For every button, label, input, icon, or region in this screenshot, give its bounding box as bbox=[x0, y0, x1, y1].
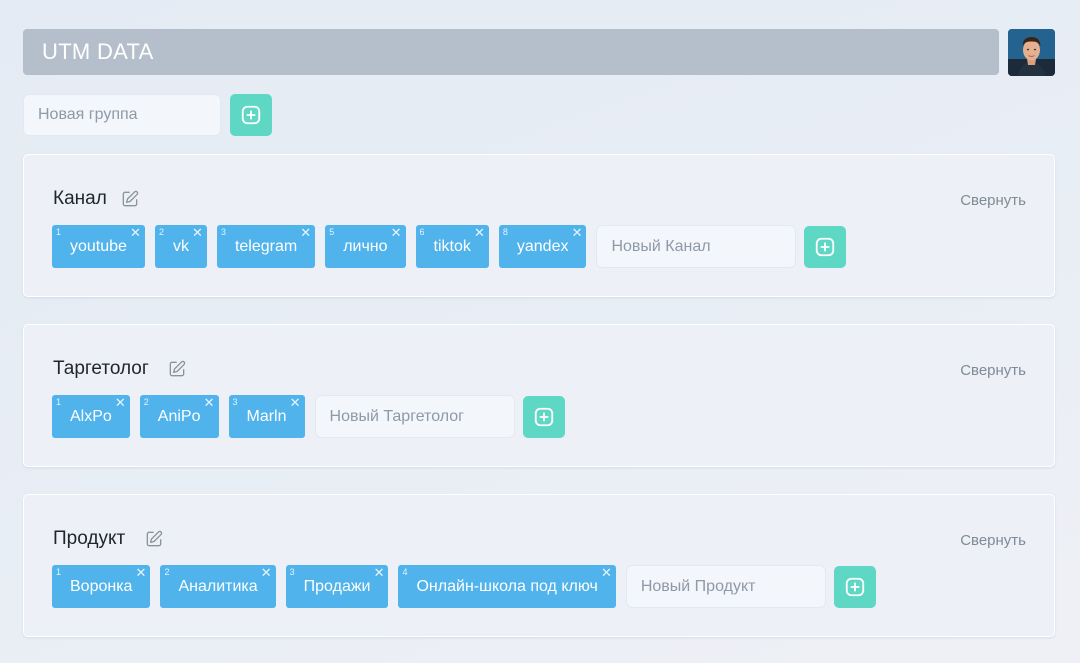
tag-label: vk bbox=[172, 237, 189, 255]
tags-row: 1 Воронка ✕ 2 Аналитика ✕ 3 Продажи ✕ 4 … bbox=[52, 565, 876, 608]
tag-chip[interactable]: 2 AniPo ✕ bbox=[139, 395, 219, 438]
add-targetologist-button[interactable] bbox=[522, 395, 565, 438]
tag-label: telegram bbox=[234, 237, 298, 255]
add-group-button[interactable] bbox=[230, 94, 272, 136]
new-targetologist-input[interactable] bbox=[314, 395, 515, 438]
close-icon[interactable]: ✕ bbox=[474, 226, 485, 240]
tag-chip[interactable]: 4 Онлайн-школа под ключ ✕ bbox=[398, 565, 616, 608]
tag-chip[interactable]: 3 Продажи ✕ bbox=[285, 565, 389, 608]
tag-number: 3 bbox=[220, 227, 226, 237]
avatar[interactable] bbox=[1008, 29, 1055, 76]
group-title: Продукт bbox=[53, 528, 126, 549]
close-icon[interactable]: ✕ bbox=[115, 396, 126, 410]
tag-chip[interactable]: 5 лично ✕ bbox=[325, 225, 406, 268]
close-icon[interactable]: ✕ bbox=[261, 566, 272, 580]
tag-label: yandex bbox=[516, 237, 569, 255]
plus-square-icon bbox=[845, 577, 865, 596]
tag-chip[interactable]: 1 AlxPo ✕ bbox=[52, 395, 130, 438]
tag-number: 4 bbox=[402, 567, 408, 577]
collapse-link[interactable]: Свернуть bbox=[960, 532, 1026, 549]
new-group-input[interactable] bbox=[23, 94, 221, 136]
tag-chip[interactable]: 1 youtube ✕ bbox=[52, 225, 145, 268]
group-card-targetologist: Таргетолог Свернуть 1 AlxPo ✕ 2 AniPo ✕ … bbox=[23, 324, 1055, 467]
close-icon[interactable]: ✕ bbox=[374, 566, 385, 580]
collapse-link[interactable]: Свернуть bbox=[960, 192, 1026, 209]
tag-chip[interactable]: 3 Marln ✕ bbox=[228, 395, 305, 438]
tag-number: 1 bbox=[56, 567, 62, 577]
close-icon[interactable]: ✕ bbox=[136, 566, 147, 580]
tag-chip[interactable]: 2 vk ✕ bbox=[154, 225, 207, 268]
page-title: UTM DATA bbox=[42, 39, 154, 64]
close-icon[interactable]: ✕ bbox=[300, 226, 311, 240]
group-card-product: Продукт Свернуть 1 Воронка ✕ 2 Аналитика… bbox=[23, 494, 1055, 637]
tag-number: 2 bbox=[143, 397, 149, 407]
tags-row: 1 AlxPo ✕ 2 AniPo ✕ 3 Marln ✕ bbox=[52, 395, 565, 438]
close-icon[interactable]: ✕ bbox=[601, 566, 612, 580]
tag-number: 1 bbox=[56, 397, 62, 407]
pencil-square-icon[interactable] bbox=[144, 529, 164, 549]
new-channel-input[interactable] bbox=[596, 225, 797, 268]
plus-square-icon bbox=[816, 237, 835, 256]
tag-number: 6 bbox=[419, 227, 425, 237]
close-icon[interactable]: ✕ bbox=[290, 396, 301, 410]
tag-chip[interactable]: 8 yandex ✕ bbox=[498, 225, 587, 268]
tag-label: лично bbox=[343, 237, 388, 255]
tag-label: youtube bbox=[70, 237, 127, 255]
tag-number: 3 bbox=[289, 567, 295, 577]
tag-chip[interactable]: 6 tiktok ✕ bbox=[415, 225, 489, 268]
tag-number: 1 bbox=[56, 227, 62, 237]
tag-number: 5 bbox=[329, 227, 335, 237]
header-bar: UTM DATA bbox=[23, 29, 999, 75]
tag-label: Аналитика bbox=[178, 577, 258, 595]
close-icon[interactable]: ✕ bbox=[572, 226, 583, 240]
tag-label: tiktok bbox=[433, 237, 471, 255]
plus-square-icon bbox=[241, 105, 261, 125]
user-avatar-image bbox=[1008, 29, 1055, 76]
pencil-square-icon[interactable] bbox=[120, 189, 140, 209]
tag-number: 2 bbox=[164, 567, 170, 577]
tags-row: 1 youtube ✕ 2 vk ✕ 3 telegram ✕ 5 лично … bbox=[52, 225, 847, 268]
tag-number: 3 bbox=[232, 397, 238, 407]
close-icon[interactable]: ✕ bbox=[204, 396, 215, 410]
tag-label: Продажи bbox=[303, 577, 371, 595]
tag-label: Онлайн-школа под ключ bbox=[416, 577, 598, 595]
tag-label: AniPo bbox=[157, 407, 201, 425]
tag-label: Воронка bbox=[70, 577, 133, 595]
close-icon[interactable]: ✕ bbox=[192, 226, 203, 240]
tag-number: 2 bbox=[158, 227, 164, 237]
tag-chip[interactable]: 3 telegram ✕ bbox=[216, 225, 316, 268]
group-title: Канал bbox=[53, 188, 107, 209]
tag-number: 8 bbox=[502, 227, 508, 237]
group-title: Таргетолог bbox=[53, 358, 149, 379]
close-icon[interactable]: ✕ bbox=[391, 226, 402, 240]
pencil-square-icon[interactable] bbox=[167, 359, 187, 379]
tag-chip[interactable]: 1 Воронка ✕ bbox=[52, 565, 151, 608]
tag-label: AlxPo bbox=[70, 407, 112, 425]
tag-chip[interactable]: 2 Аналитика ✕ bbox=[160, 565, 276, 608]
add-channel-button[interactable] bbox=[804, 225, 847, 268]
collapse-link[interactable]: Свернуть bbox=[960, 362, 1026, 379]
plus-square-icon bbox=[534, 407, 553, 426]
tag-label: Marln bbox=[246, 407, 287, 425]
close-icon[interactable]: ✕ bbox=[130, 226, 141, 240]
add-product-button[interactable] bbox=[833, 565, 876, 608]
group-card-channel: Канал Свернуть 1 youtube ✕ 2 vk ✕ 3 tele… bbox=[23, 154, 1055, 297]
new-product-input[interactable] bbox=[625, 565, 826, 608]
